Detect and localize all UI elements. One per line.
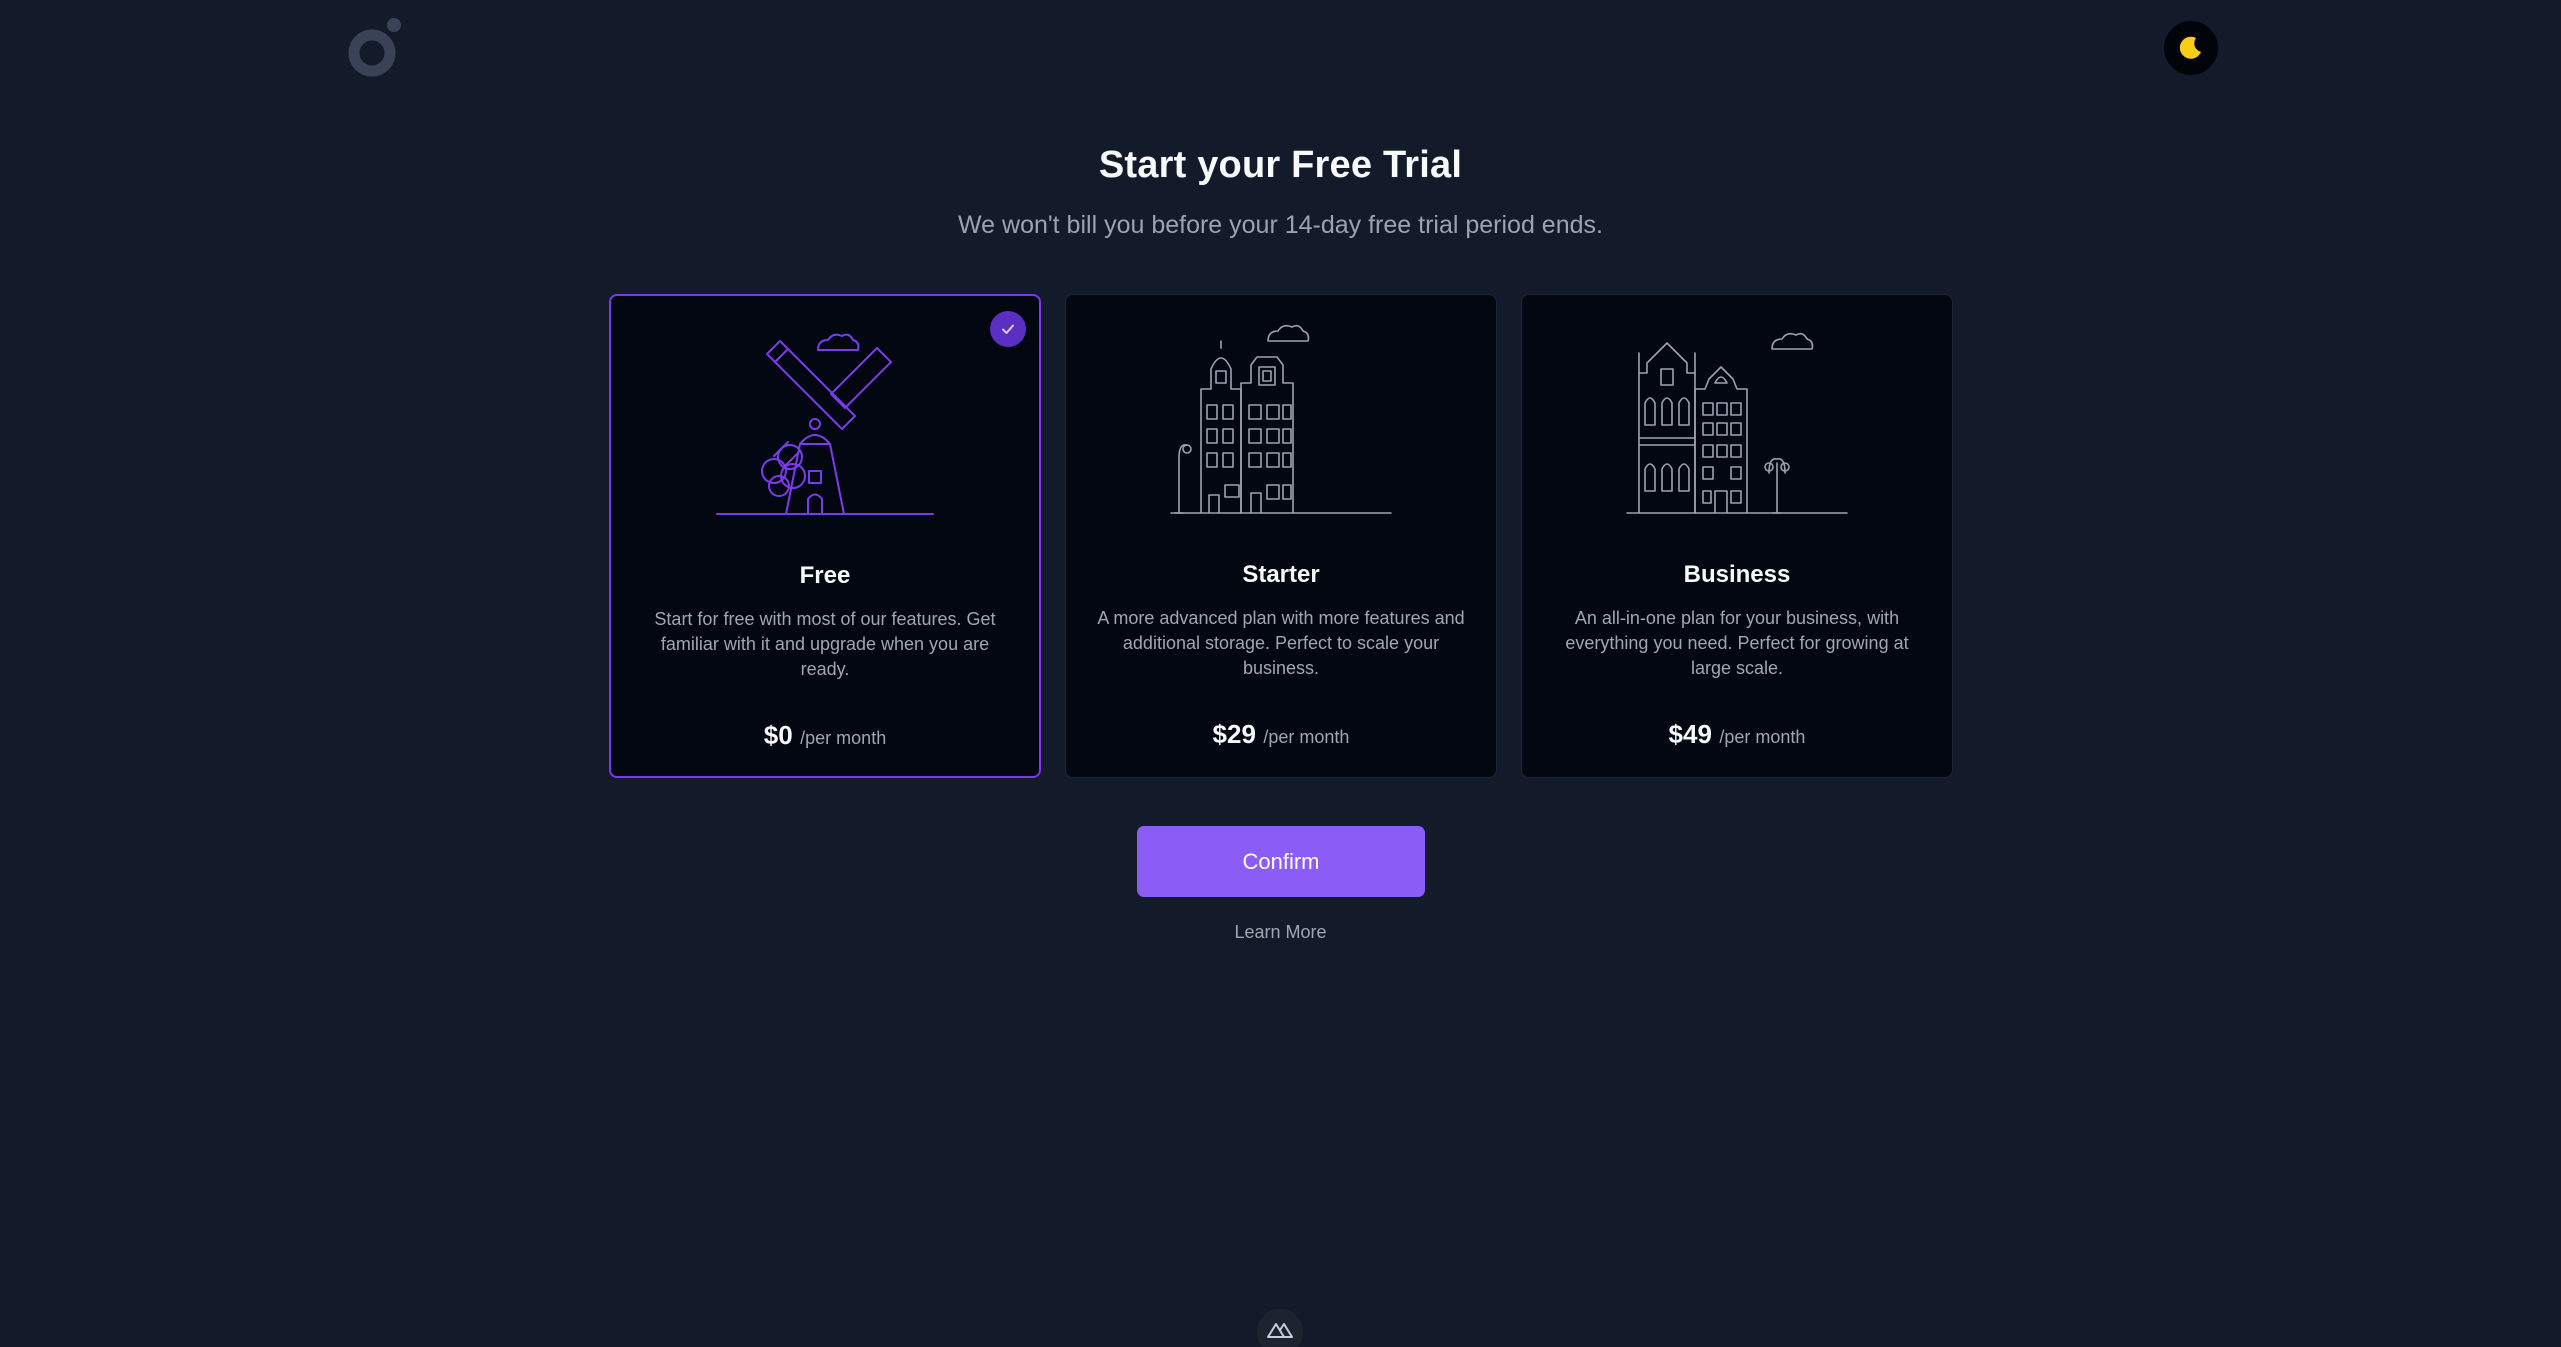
plan-card-free[interactable]: Free Start for free with most of our fea…: [609, 294, 1041, 778]
page-subtitle: We won't bill you before your 14-day fre…: [958, 211, 1603, 239]
plan-name: Starter: [1242, 561, 1320, 588]
plan-card-starter[interactable]: Starter A more advanced plan with more f…: [1065, 294, 1497, 778]
nuxt-logo-icon: [1267, 1323, 1293, 1338]
brand-logo-icon[interactable]: [345, 17, 405, 79]
moon-icon: [2179, 36, 2201, 59]
learn-more-link[interactable]: Learn More: [0, 922, 2561, 943]
plan-description: An all-in-one plan for your business, wi…: [1565, 608, 1909, 678]
nuxt-badge[interactable]: [1257, 1309, 1303, 1347]
plan-price: $49 /per month: [1522, 719, 1952, 750]
plan-price-period: /per month: [1263, 727, 1350, 747]
plan-price: $0 /per month: [611, 720, 1039, 751]
townhouses-illustration: [1170, 324, 1392, 514]
plan-description: Start for free with most of our features…: [654, 609, 996, 679]
plan-description: A more advanced plan with more features …: [1097, 608, 1465, 678]
page-title: Start your Free Trial: [1098, 144, 1463, 186]
plan-price-period: /per month: [800, 728, 887, 748]
plan-price: $29 /per month: [1066, 719, 1496, 750]
windmill-illustration: [716, 333, 934, 515]
confirm-button[interactable]: Confirm: [1137, 826, 1425, 897]
plan-name: Business: [1683, 561, 1791, 588]
plan-price-amount: $0: [763, 720, 793, 750]
plan-price-amount: $49: [1668, 719, 1712, 749]
plan-name: Free: [799, 562, 851, 589]
plan-price-period: /per month: [1719, 727, 1806, 747]
theme-toggle-button[interactable]: [2164, 21, 2218, 75]
plan-card-business[interactable]: Business An all-in-one plan for your bus…: [1521, 294, 1953, 778]
plan-price-amount: $29: [1212, 719, 1256, 749]
buildings-illustration: [1626, 332, 1848, 514]
